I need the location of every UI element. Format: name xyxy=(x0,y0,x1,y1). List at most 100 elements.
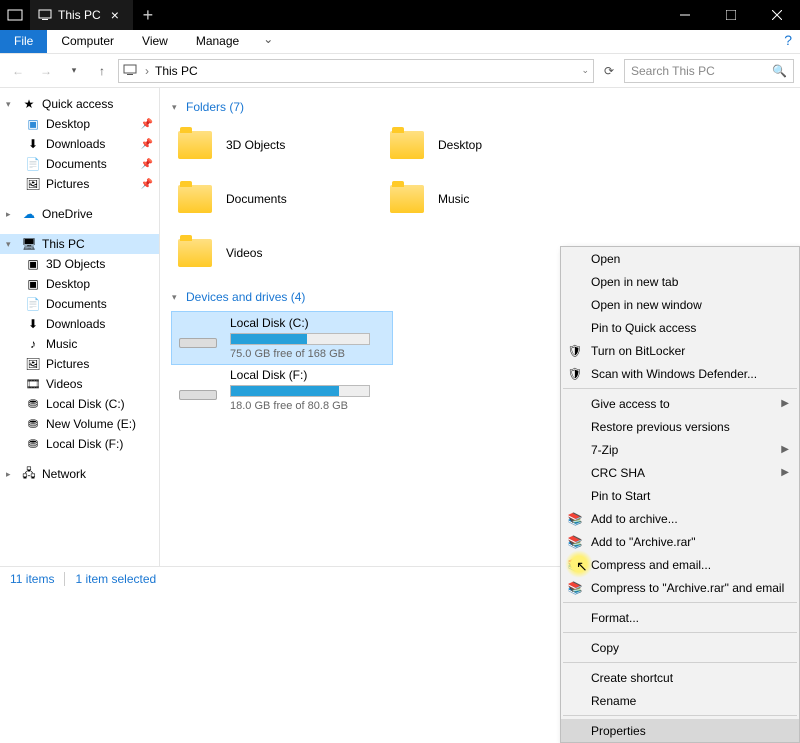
nav-item-label: Pictures xyxy=(46,357,89,371)
folder-label: Desktop xyxy=(438,138,482,152)
ribbon-file-tab[interactable]: File xyxy=(0,30,47,53)
context-menu-item[interactable]: Format... xyxy=(561,606,799,629)
drive-icon xyxy=(176,316,220,352)
nav-pictures[interactable]: 🖼Pictures📌 xyxy=(0,174,159,194)
nav-item-label: Videos xyxy=(46,377,82,391)
ribbon: File Computer View Manage ⌄ ? xyxy=(0,30,800,54)
folder-item[interactable]: Music xyxy=(384,176,584,222)
nav-item[interactable]: ⬇Downloads xyxy=(0,314,159,334)
drive-item[interactable]: Local Disk (F:)18.0 GB free of 80.8 GB xyxy=(172,364,392,416)
context-menu-item[interactable]: 📚Compress and email... xyxy=(561,553,799,576)
forward-button[interactable]: → xyxy=(34,59,58,83)
menu-item-label: Add to archive... xyxy=(591,512,678,526)
menu-item-label: CRC SHA xyxy=(591,466,645,480)
context-menu-item[interactable]: Open in new window xyxy=(561,293,799,316)
folder-item[interactable]: 3D Objects xyxy=(172,122,372,168)
nav-network[interactable]: ▸🖧Network xyxy=(0,464,159,484)
drive-usage-bar xyxy=(230,333,370,345)
folders-section-header[interactable]: ▾Folders (7) xyxy=(172,100,788,114)
up-button[interactable]: ↑ xyxy=(90,59,114,83)
menu-item-label: 7-Zip xyxy=(591,443,618,457)
minimize-button[interactable] xyxy=(662,0,708,30)
close-tab-icon[interactable]: × xyxy=(107,7,123,23)
nav-item[interactable]: ♪Music xyxy=(0,334,159,354)
nav-this-pc[interactable]: ▾🖥This PC xyxy=(0,234,159,254)
ribbon-tab-view[interactable]: View xyxy=(128,30,182,53)
nav-item[interactable]: 📄Documents xyxy=(0,294,159,314)
breadcrumb[interactable]: This PC xyxy=(155,64,198,78)
refresh-button[interactable]: ⟳ xyxy=(598,64,620,78)
nav-desktop[interactable]: ▣Desktop📌 xyxy=(0,114,159,134)
desktop-icon: ▣ xyxy=(24,117,42,131)
context-menu-item[interactable]: Open in new tab xyxy=(561,270,799,293)
content-pane: ▾Folders (7) 3D Objects Desktop Documents M… xyxy=(160,88,800,566)
context-menu-item[interactable]: Open xyxy=(561,247,799,270)
folder-label: Documents xyxy=(226,192,287,206)
help-icon[interactable]: ? xyxy=(776,30,800,53)
context-menu-item[interactable]: Restore previous versions xyxy=(561,415,799,438)
address-dropdown-icon[interactable]: ⌄ xyxy=(581,65,589,76)
folder-icon: ⬇ xyxy=(24,317,42,331)
menu-item-label: Open in new window xyxy=(591,298,702,312)
drive-item[interactable]: Local Disk (C:)75.0 GB free of 168 GB xyxy=(172,312,392,364)
context-menu-item[interactable]: Pin to Start xyxy=(561,484,799,507)
pc-icon xyxy=(38,8,52,22)
folder-icon xyxy=(174,232,216,274)
folder-icon: ▣ xyxy=(24,257,42,271)
nav-item[interactable]: ⛃New Volume (E:) xyxy=(0,414,159,434)
ribbon-tab-computer[interactable]: Computer xyxy=(47,30,128,53)
context-menu-item[interactable]: CRC SHA ▶ xyxy=(561,461,799,484)
drive-free-text: 75.0 GB free of 168 GB xyxy=(230,348,388,360)
maximize-button[interactable] xyxy=(708,0,754,30)
context-menu-item[interactable]: Create shortcut xyxy=(561,666,799,689)
back-button[interactable]: ← xyxy=(6,59,30,83)
context-menu-item[interactable]: 🛡 Turn on BitLocker xyxy=(561,339,799,362)
bitlocker-icon: 🛡 xyxy=(567,343,583,359)
folder-item[interactable]: Videos xyxy=(172,230,372,276)
chevron-right-icon[interactable]: › xyxy=(145,64,149,78)
folder-item[interactable]: Desktop xyxy=(384,122,584,168)
chevron-right-icon: ▶ xyxy=(781,444,789,455)
context-menu-item[interactable]: 📚 Add to archive... xyxy=(561,507,799,530)
chevron-right-icon: ▶ xyxy=(781,467,789,478)
nav-quick-access[interactable]: ▾★Quick access xyxy=(0,94,159,114)
nav-item[interactable]: 🖼Pictures xyxy=(0,354,159,374)
context-menu-item[interactable]: Give access to▶ xyxy=(561,392,799,415)
ribbon-expand-icon[interactable]: ⌄ xyxy=(253,30,283,53)
context-menu-item[interactable]: 📚Add to "Archive.rar" xyxy=(561,530,799,553)
address-bar[interactable]: › This PC ⌄ xyxy=(118,59,594,83)
search-input[interactable]: Search This PC 🔍 xyxy=(624,59,794,83)
context-menu-item[interactable]: Properties xyxy=(561,719,799,742)
nav-item[interactable]: ⛃Local Disk (C:) xyxy=(0,394,159,414)
drive-free-text: 18.0 GB free of 80.8 GB xyxy=(230,400,388,412)
context-menu-item[interactable]: 📚Compress to "Archive.rar" and email xyxy=(561,576,799,599)
folder-item[interactable]: Documents xyxy=(172,176,372,222)
recent-locations-icon[interactable]: ▾ xyxy=(62,59,86,83)
nav-item[interactable]: 🎞Videos xyxy=(0,374,159,394)
menu-item-label: Turn on BitLocker xyxy=(591,344,685,358)
context-menu-item[interactable]: Pin to Quick access xyxy=(561,316,799,339)
close-window-button[interactable] xyxy=(754,0,800,30)
menu-item-label: Compress to "Archive.rar" and email xyxy=(591,581,784,595)
nav-downloads[interactable]: ⬇Downloads📌 xyxy=(0,134,159,154)
nav-item[interactable]: ▣Desktop xyxy=(0,274,159,294)
archive-icon: 📚 xyxy=(567,511,583,527)
network-icon: 🖧 xyxy=(20,464,38,485)
window-tab[interactable]: This PC × xyxy=(30,0,133,30)
context-menu-item[interactable]: Copy xyxy=(561,636,799,659)
nav-onedrive[interactable]: ▸☁OneDrive xyxy=(0,204,159,224)
menu-item-label: Pin to Quick access xyxy=(591,321,696,335)
context-menu-item[interactable]: 7-Zip ▶ xyxy=(561,438,799,461)
menu-item-label: Properties xyxy=(591,724,646,738)
menu-item-label: Format... xyxy=(591,611,639,625)
nav-item[interactable]: ⛃Local Disk (F:) xyxy=(0,434,159,454)
nav-item[interactable]: ▣ 3D Objects xyxy=(0,254,159,274)
nav-item-label: Local Disk (F:) xyxy=(46,437,123,451)
new-tab-button[interactable]: + xyxy=(133,5,163,26)
nav-documents[interactable]: 📄Documents📌 xyxy=(0,154,159,174)
menu-item-label: Open in new tab xyxy=(591,275,678,289)
nav-item-label: 3D Objects xyxy=(46,257,105,271)
context-menu-item[interactable]: Rename xyxy=(561,689,799,712)
context-menu-item[interactable]: 🛡Scan with Windows Defender... xyxy=(561,362,799,385)
ribbon-tab-manage[interactable]: Manage xyxy=(182,30,253,53)
